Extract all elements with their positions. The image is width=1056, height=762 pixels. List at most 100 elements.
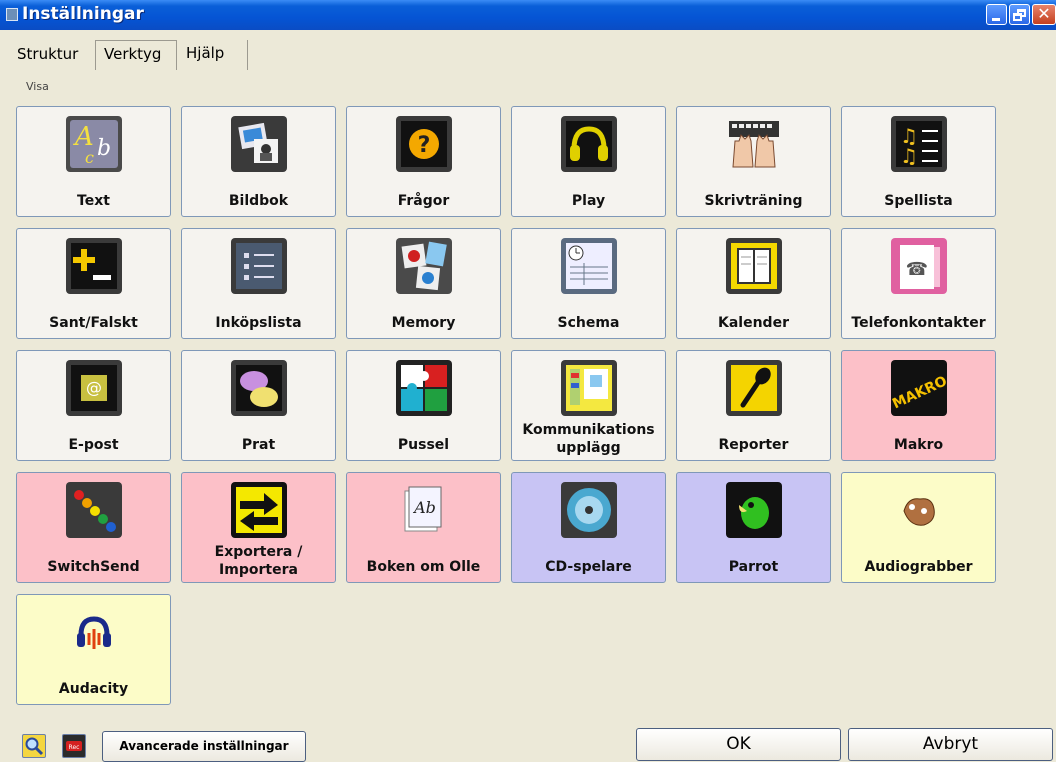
tool-tile-play[interactable]: Play bbox=[511, 106, 666, 217]
tool-tile-telefonkontakter[interactable]: ☎ Telefonkontakter bbox=[841, 228, 996, 339]
magnifier-icon bbox=[25, 737, 44, 756]
switch-dots-icon bbox=[65, 481, 123, 539]
cd-player-icon bbox=[560, 481, 618, 539]
tool-tile-label: Audiograbber bbox=[864, 559, 973, 575]
minimize-button[interactable] bbox=[986, 4, 1007, 25]
tool-tile-audiograbber[interactable]: Audiograbber bbox=[841, 472, 996, 583]
magnifier-button[interactable] bbox=[22, 734, 46, 758]
tool-tile-label-line: Importera bbox=[219, 562, 298, 578]
rec-button[interactable]: Rec bbox=[62, 734, 86, 758]
makro-icon: MAKRO bbox=[890, 359, 950, 417]
tool-tile-text[interactable]: Ac b Text bbox=[16, 106, 171, 217]
tool-tile-label: Frågor bbox=[397, 193, 450, 209]
tab-struktur[interactable]: Struktur bbox=[12, 40, 90, 70]
tool-tile-schema[interactable]: Schema bbox=[511, 228, 666, 339]
book-ab-icon: Ab bbox=[395, 481, 453, 539]
question-icon: ? bbox=[395, 115, 453, 173]
chat-bubbles-icon bbox=[230, 359, 288, 417]
tool-tile-label: Sant/Falskt bbox=[49, 315, 138, 331]
tool-tile-skrivträning[interactable]: Skrivträning bbox=[676, 106, 831, 217]
puzzle-icon bbox=[395, 359, 453, 417]
tool-tile-memory[interactable]: Memory bbox=[346, 228, 501, 339]
export-import-arrows-icon bbox=[230, 481, 288, 539]
tool-tile-label: Text bbox=[77, 193, 110, 209]
schedule-icon bbox=[560, 237, 618, 295]
tool-tile-label: Spellista bbox=[884, 193, 953, 209]
memory-cards-icon bbox=[395, 237, 453, 295]
tool-tile-bildbok[interactable]: Bildbok bbox=[181, 106, 336, 217]
calendar-icon bbox=[725, 237, 783, 295]
tool-tile-label: Pussel bbox=[397, 437, 450, 453]
svg-text:@: @ bbox=[86, 378, 102, 397]
tool-tile-cd-spelare[interactable]: CD-spelare bbox=[511, 472, 666, 583]
rec-icon: Rec bbox=[66, 741, 82, 751]
tool-tile-pussel[interactable]: Pussel bbox=[346, 350, 501, 461]
tool-tile-label: Telefonkontakter bbox=[851, 315, 986, 331]
tool-tile-reporter[interactable]: Reporter bbox=[676, 350, 831, 461]
typing-hands-icon bbox=[725, 115, 783, 173]
audacity-headphones-icon bbox=[65, 603, 123, 661]
tool-tile-label-line: upplägg bbox=[556, 440, 621, 456]
tool-tile-label: Kalender bbox=[718, 315, 789, 331]
tool-tile-inköpslista[interactable]: Inköpslista bbox=[181, 228, 336, 339]
title-bar: Inställningar ✕ bbox=[0, 0, 1056, 30]
tool-tile-label: E-post bbox=[68, 437, 119, 453]
group-label-visa: Visa bbox=[26, 80, 49, 93]
tool-tile-label-line: Exportera / bbox=[214, 544, 303, 560]
app-icon bbox=[6, 8, 18, 21]
tool-tile-spellista[interactable]: ♫ ♫ Spellista bbox=[841, 106, 996, 217]
tool-tile-label: SwitchSend bbox=[47, 559, 140, 575]
tool-tile-label: Audacity bbox=[58, 681, 129, 697]
phone-contacts-icon: ☎ bbox=[890, 237, 948, 295]
headphones-icon bbox=[560, 115, 618, 173]
tool-tile-e-post[interactable]: @ E-post bbox=[16, 350, 171, 461]
tool-tile-label: Parrot bbox=[728, 559, 779, 575]
communication-board-icon bbox=[560, 359, 618, 417]
svg-text:b: b bbox=[97, 136, 111, 161]
shopping-list-icon bbox=[230, 237, 288, 295]
tool-tile-kommunikations-upplägg[interactable]: Kommunikations upplägg bbox=[511, 350, 666, 461]
tool-tile-label: Kommunikations upplägg bbox=[512, 421, 665, 457]
cancel-button[interactable]: Avbryt bbox=[848, 728, 1053, 761]
rec-text: Rec bbox=[69, 744, 80, 751]
close-button[interactable]: ✕ bbox=[1032, 4, 1056, 25]
svg-text:Ab: Ab bbox=[412, 498, 436, 517]
tool-tile-label: Prat bbox=[241, 437, 276, 453]
tool-tile-label: Schema bbox=[557, 315, 620, 331]
tool-tile-label: Inköpslista bbox=[215, 315, 302, 331]
tool-tile-label: Bildbok bbox=[228, 193, 289, 209]
restore-button[interactable] bbox=[1009, 4, 1030, 25]
tool-tile-makro[interactable]: MAKRO Makro bbox=[841, 350, 996, 461]
svg-text:?: ? bbox=[418, 133, 431, 158]
tool-tile-label: Makro bbox=[893, 437, 944, 453]
close-icon: ✕ bbox=[1037, 4, 1051, 23]
tool-tile-prat[interactable]: Prat bbox=[181, 350, 336, 461]
tool-tile-audacity[interactable]: Audacity bbox=[16, 594, 171, 705]
tool-tile-parrot[interactable]: Parrot bbox=[676, 472, 831, 583]
ok-button[interactable]: OK bbox=[636, 728, 841, 761]
tab-hjalp[interactable]: Hjälp bbox=[182, 40, 248, 70]
tool-tile-frågor[interactable]: ? Frågor bbox=[346, 106, 501, 217]
tool-tile-label: Exportera / Importera bbox=[182, 543, 335, 579]
email-at-icon: @ bbox=[65, 359, 123, 417]
audiograbber-hand-icon bbox=[890, 481, 948, 539]
tool-tile-label: Memory bbox=[391, 315, 456, 331]
tool-tile-label: Boken om Olle bbox=[366, 559, 481, 575]
tool-tile-label-line: Kommunikations bbox=[522, 422, 655, 438]
advanced-settings-button[interactable]: Avancerade inställningar bbox=[102, 731, 306, 762]
tool-tile-exportera-importera[interactable]: Exportera / Importera bbox=[181, 472, 336, 583]
tab-verktyg[interactable]: Verktyg bbox=[95, 40, 177, 70]
tool-tile-label: Play bbox=[571, 193, 606, 209]
tool-tile-sant-falskt[interactable]: Sant/Falskt bbox=[16, 228, 171, 339]
picture-book-icon bbox=[230, 115, 288, 173]
tool-tile-kalender[interactable]: Kalender bbox=[676, 228, 831, 339]
svg-text:♫: ♫ bbox=[900, 144, 918, 168]
tool-tile-boken-om-olle[interactable]: Ab Boken om Olle bbox=[346, 472, 501, 583]
svg-text:c: c bbox=[85, 148, 94, 167]
window-title: Inställningar bbox=[22, 4, 144, 24]
text-ab-icon: Acb bbox=[65, 115, 123, 173]
svg-text:☎: ☎ bbox=[906, 259, 928, 280]
parrot-icon bbox=[725, 481, 783, 539]
plus-minus-icon bbox=[65, 237, 123, 295]
tool-tile-switchsend[interactable]: SwitchSend bbox=[16, 472, 171, 583]
